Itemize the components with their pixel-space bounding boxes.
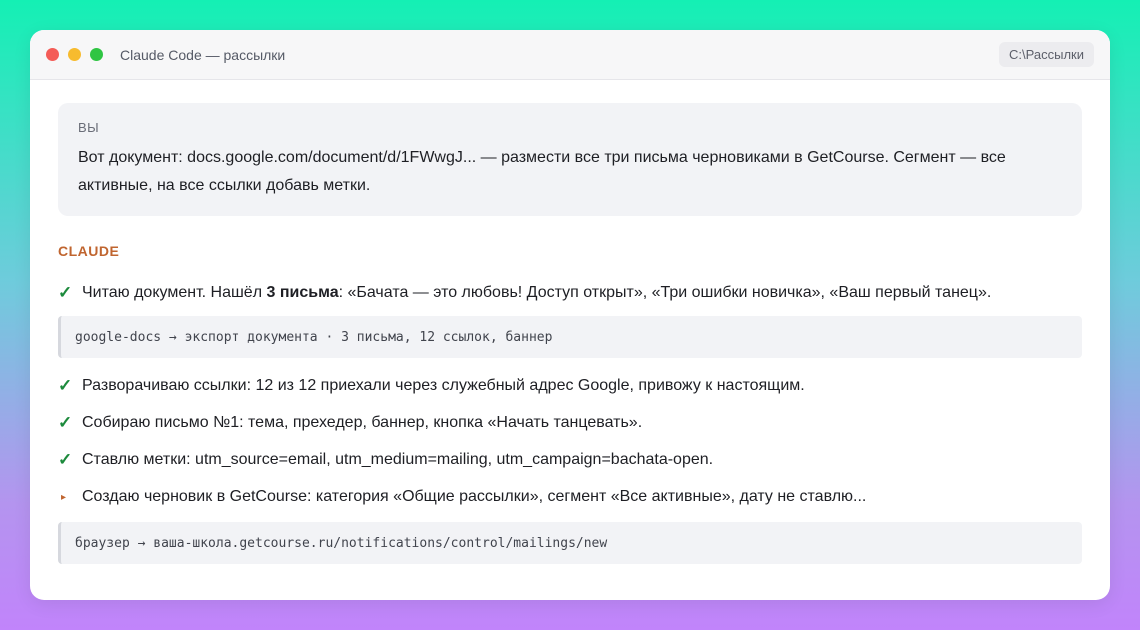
- close-window-button[interactable]: [46, 48, 59, 61]
- check-icon: ✓: [58, 283, 73, 302]
- terminal-window: Claude Code — рассылки C:\Рассылки ВЫ Во…: [30, 30, 1110, 600]
- step-text: Разворачиваю ссылки: 12 из 12 приехали ч…: [82, 377, 805, 394]
- minimize-window-button[interactable]: [68, 48, 81, 61]
- conversation: ВЫ Вот документ: docs.google.com/documen…: [30, 80, 1110, 564]
- step-add-utm: ✓ Ставлю метки: utm_source=email, utm_me…: [58, 449, 1082, 471]
- in-progress-arrow-icon: ▸: [61, 492, 67, 503]
- tool-call-browser: браузер → ваша-школа.getcourse.ru/notifi…: [58, 522, 1082, 564]
- window-title: Claude Code — рассылки: [120, 46, 286, 63]
- check-icon: ✓: [58, 376, 73, 395]
- maximize-window-button[interactable]: [90, 48, 103, 61]
- step-text: Собираю письмо №1: тема, прехедер, банне…: [82, 414, 643, 431]
- step-build-letter: ✓ Собираю письмо №1: тема, прехедер, бан…: [58, 412, 1082, 434]
- title-bar: Claude Code — рассылки C:\Рассылки: [30, 30, 1110, 80]
- check-icon: ✓: [58, 413, 73, 432]
- working-directory-badge: C:\Рассылки: [999, 42, 1094, 67]
- step-text: Создаю черновик в GetCourse: категория «…: [82, 488, 867, 505]
- assistant-label: CLAUDE: [58, 243, 120, 259]
- tool-call-google-docs: google-docs → экспорт документа · 3 пись…: [58, 316, 1082, 358]
- step-text: Читаю документ. Нашёл 3 письма: «Бачата …: [82, 284, 992, 301]
- check-icon: ✓: [58, 450, 73, 469]
- user-message-text: Вот документ: docs.google.com/document/d…: [78, 149, 1006, 194]
- step-read-document: ✓ Читаю документ. Нашёл 3 письма: «Бачат…: [58, 282, 1082, 304]
- step-create-draft: ▸ Создаю черновик в GetCourse: категория…: [58, 486, 1082, 509]
- user-message: ВЫ Вот документ: docs.google.com/documen…: [58, 103, 1082, 216]
- step-unwrap-links: ✓ Разворачиваю ссылки: 12 из 12 приехали…: [58, 375, 1082, 397]
- step-text: Ставлю метки: utm_source=email, utm_medi…: [82, 451, 714, 468]
- user-role-label: ВЫ: [78, 120, 100, 135]
- step-text-bold: 3 письма: [266, 284, 339, 301]
